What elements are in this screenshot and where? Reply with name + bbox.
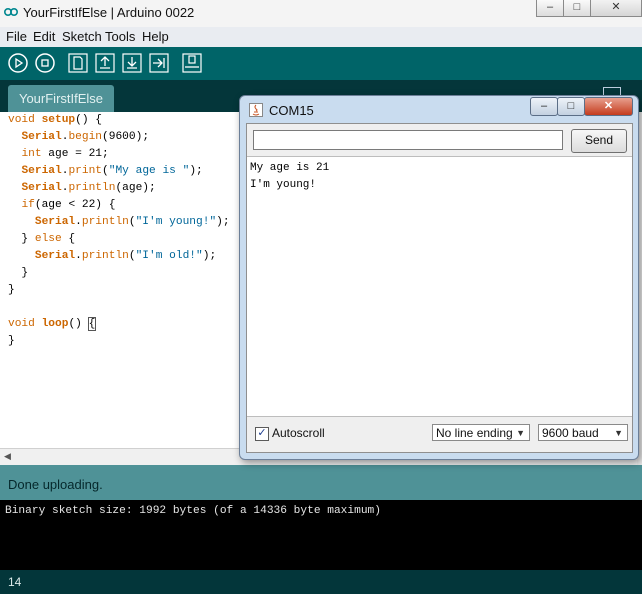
serial-monitor-body: Send My age is 21 I'm young! ✓ Autoscrol…	[246, 123, 633, 453]
window-controls: – □ ✕	[536, 0, 642, 18]
console-output: Binary sketch size: 1992 bytes (of a 143…	[0, 500, 642, 570]
code-line: int age = 21;	[21, 148, 109, 160]
close-button[interactable]: ✕	[590, 0, 642, 17]
code-line: }	[8, 335, 15, 347]
menu-bar: File Edit Sketch Tools Help	[0, 27, 642, 47]
autoscroll-checkbox[interactable]: ✓	[255, 427, 269, 441]
code-line: Serial.print("My age is ");	[21, 165, 203, 177]
line-ending-value: No line ending	[436, 426, 513, 440]
minimize-button[interactable]: –	[536, 0, 564, 17]
upload-icon[interactable]	[149, 53, 169, 73]
send-button[interactable]: Send	[571, 129, 627, 153]
code-line: void setup() {	[8, 114, 103, 126]
output-line: I'm young!	[250, 179, 317, 191]
title-bar: YourFirstIfElse | Arduino 0022 – □ ✕	[0, 0, 642, 28]
maximize-button[interactable]: □	[563, 0, 591, 17]
output-line: My age is 21	[250, 162, 330, 174]
status-message: Done uploading.	[8, 477, 103, 492]
new-icon[interactable]	[68, 53, 88, 73]
open-icon[interactable]	[95, 53, 115, 73]
baud-rate-select[interactable]: 9600 baud ▼	[538, 424, 628, 441]
code-line: }	[8, 284, 15, 296]
footer-bar: 14	[0, 570, 642, 594]
window-title: YourFirstIfElse | Arduino 0022	[23, 5, 195, 20]
code-line: Serial.println(age);	[21, 182, 156, 194]
serial-maximize-button[interactable]: □	[557, 97, 585, 116]
serial-minimize-button[interactable]: –	[530, 97, 558, 116]
code-line: }	[8, 267, 29, 279]
code-line: Serial.println("I'm young!");	[34, 216, 230, 228]
code-line: if(age < 22) {	[21, 199, 116, 211]
serial-input[interactable]	[253, 130, 563, 150]
line-ending-select[interactable]: No line ending ▼	[432, 424, 530, 441]
serial-close-button[interactable]: ✕	[584, 97, 633, 116]
chevron-down-icon: ▼	[614, 428, 623, 438]
serial-output: My age is 21 I'm young!	[247, 156, 632, 417]
code-line: Serial.begin(9600);	[21, 131, 150, 143]
save-icon[interactable]	[122, 53, 142, 73]
code-line: Serial.println("I'm old!");	[34, 250, 217, 262]
code-line: void loop() {	[8, 317, 97, 331]
verify-icon[interactable]	[8, 53, 28, 73]
menu-edit[interactable]: Edit	[33, 29, 55, 44]
chevron-down-icon: ▼	[516, 428, 525, 438]
java-icon	[249, 103, 263, 117]
baud-rate-value: 9600 baud	[542, 426, 599, 440]
line-number: 14	[8, 575, 22, 589]
menu-tools[interactable]: Tools	[105, 29, 135, 44]
status-bar: Done uploading.	[0, 465, 642, 500]
scroll-left-icon[interactable]: ◀	[4, 451, 11, 462]
serial-monitor-window: COM15 – □ ✕ Send My age is 21 I'm young!…	[239, 95, 639, 460]
arduino-logo-icon	[4, 8, 18, 16]
menu-help[interactable]: Help	[142, 29, 169, 44]
toolbar	[0, 47, 642, 80]
console-text: Binary sketch size: 1992 bytes (of a 143…	[5, 505, 381, 517]
menu-file[interactable]: File	[6, 29, 27, 44]
menu-sketch[interactable]: Sketch	[62, 29, 102, 44]
stop-icon[interactable]	[35, 53, 55, 73]
code-text: void setup() { Serial.begin(9600); int a…	[8, 112, 230, 350]
tab-sketch[interactable]: YourFirstIfElse	[8, 85, 114, 112]
code-line: } else {	[8, 233, 76, 245]
autoscroll-label: Autoscroll	[272, 426, 325, 440]
serial-monitor-icon[interactable]	[182, 53, 202, 73]
serial-monitor-title: COM15	[269, 103, 314, 118]
